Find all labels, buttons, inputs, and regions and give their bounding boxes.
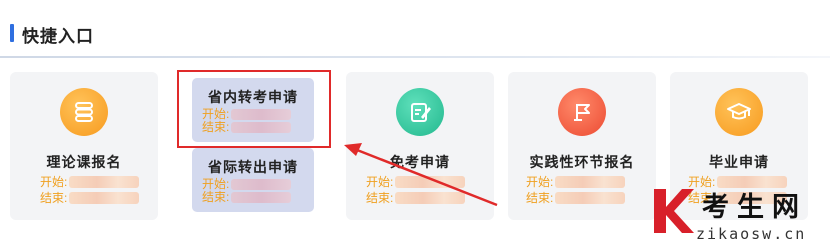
watermark: 考生网 zikaosw.cn bbox=[648, 185, 834, 245]
watermark-url: zikaosw.cn bbox=[696, 225, 807, 243]
watermark-text: 考生网 bbox=[702, 192, 807, 223]
watermark-logo-icon bbox=[654, 189, 694, 233]
